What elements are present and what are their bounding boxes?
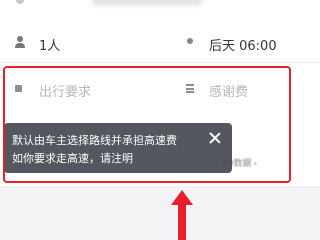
annotation-highlight-box [3, 66, 291, 183]
blurred-address [92, 0, 202, 6]
person-icon [15, 36, 25, 48]
passenger-time-row: 1人 后天 06:00 [0, 28, 320, 58]
cropped-header [0, 0, 320, 14]
location-dot-icon [16, 0, 24, 4]
divider [0, 62, 320, 63]
passenger-count[interactable]: 1人 [39, 35, 60, 54]
departure-time[interactable]: 后天 06:00 [209, 35, 277, 54]
annotation-arrow-icon [171, 190, 193, 240]
time-dot-icon [187, 38, 193, 44]
